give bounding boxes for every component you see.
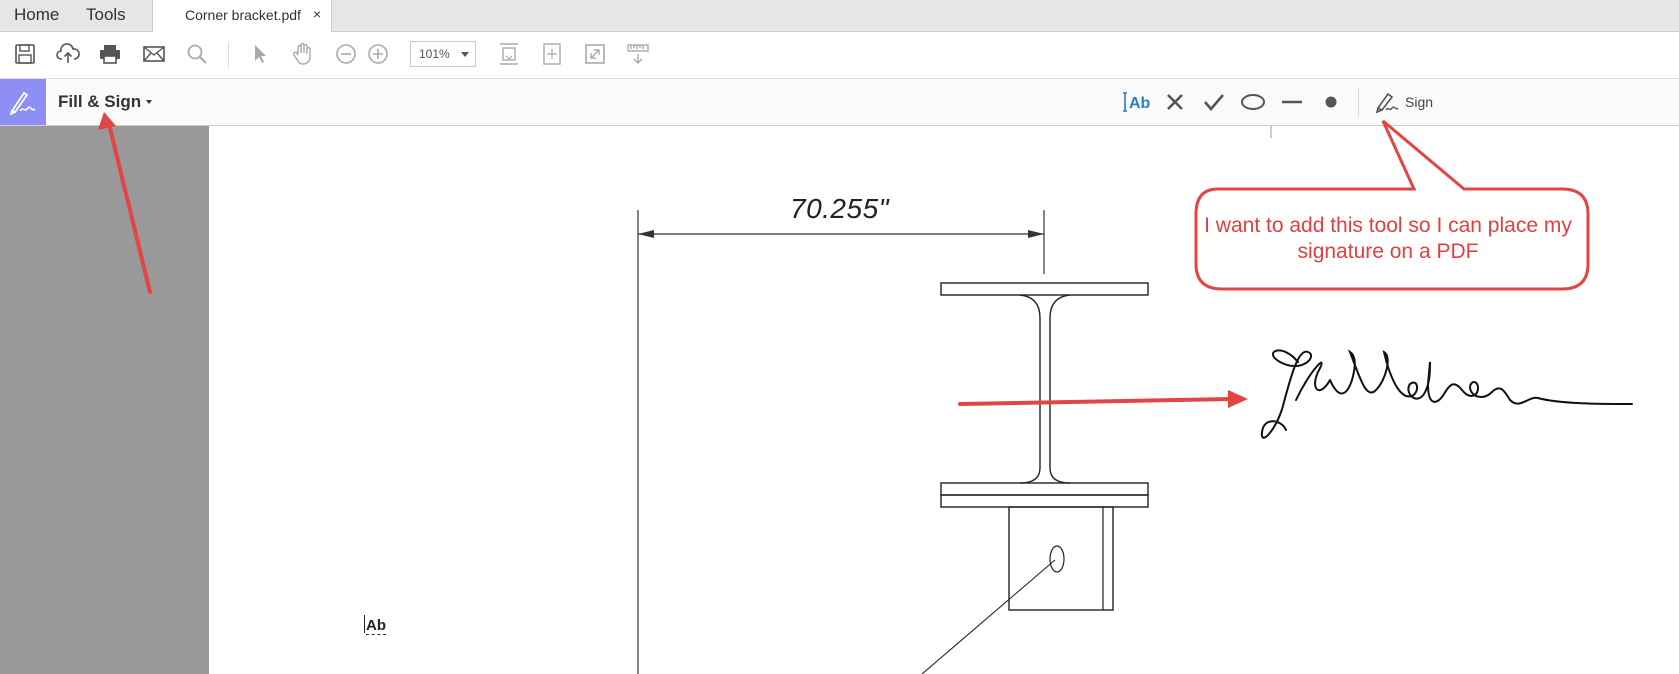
svg-text:Ab: Ab (1129, 95, 1150, 112)
zoom-select[interactable]: 101% (410, 41, 476, 67)
sign-pen-icon[interactable] (1373, 89, 1401, 115)
tab-home[interactable]: Home (14, 5, 59, 25)
fill-sign-menu[interactable]: Fill & Sign (58, 92, 141, 112)
search-icon[interactable] (184, 41, 210, 67)
fit-page-icon[interactable] (539, 41, 565, 67)
email-icon[interactable] (141, 41, 167, 67)
hand-pan-icon[interactable] (290, 41, 316, 67)
document-tab-title: Corner bracket.pdf (185, 7, 301, 23)
upload-cloud-icon[interactable] (55, 41, 81, 67)
text-field-label: Ab (366, 617, 386, 635)
chevron-down-icon (461, 52, 469, 57)
sign-button-label[interactable]: Sign (1405, 94, 1433, 110)
dot-icon[interactable] (1317, 89, 1345, 115)
main-toolbar: 101% (0, 32, 1679, 79)
zoom-in-icon[interactable] (365, 41, 391, 67)
left-side-panel (0, 126, 209, 674)
fill-sign-divider (1358, 87, 1359, 117)
print-icon[interactable] (97, 41, 123, 67)
read-mode-icon[interactable] (625, 41, 651, 67)
ellipse-icon[interactable] (1239, 89, 1267, 115)
tab-bar: Home Tools Corner bracket.pdf × (0, 0, 1679, 32)
fill-sign-pen-icon[interactable] (0, 79, 46, 125)
chevron-down-icon[interactable] (146, 100, 152, 104)
zoom-value: 101% (419, 47, 450, 61)
fill-sign-toolbar: Fill & Sign Ab Sign (0, 79, 1679, 126)
toolbar-divider (228, 42, 229, 68)
cross-mark-icon[interactable] (1161, 89, 1189, 115)
check-mark-icon[interactable] (1200, 89, 1228, 115)
pdf-page (209, 126, 1679, 674)
callout-text: I want to add this tool so I can place m… (1204, 214, 1572, 263)
zoom-out-icon[interactable] (333, 41, 359, 67)
save-icon[interactable] (12, 41, 38, 67)
fit-width-icon[interactable] (496, 41, 522, 67)
text-cursor-icon (364, 615, 365, 633)
full-screen-icon[interactable] (582, 41, 608, 67)
line-icon[interactable] (1278, 89, 1306, 115)
select-arrow-icon[interactable] (247, 41, 273, 67)
text-field-placeholder[interactable]: Ab (364, 615, 386, 635)
close-icon[interactable]: × (313, 6, 321, 22)
dimension-label: 70.255" (790, 193, 890, 224)
tab-tools[interactable]: Tools (86, 5, 126, 25)
add-text-icon[interactable]: Ab (1122, 89, 1150, 115)
tab-document[interactable]: Corner bracket.pdf × (152, 0, 332, 32)
